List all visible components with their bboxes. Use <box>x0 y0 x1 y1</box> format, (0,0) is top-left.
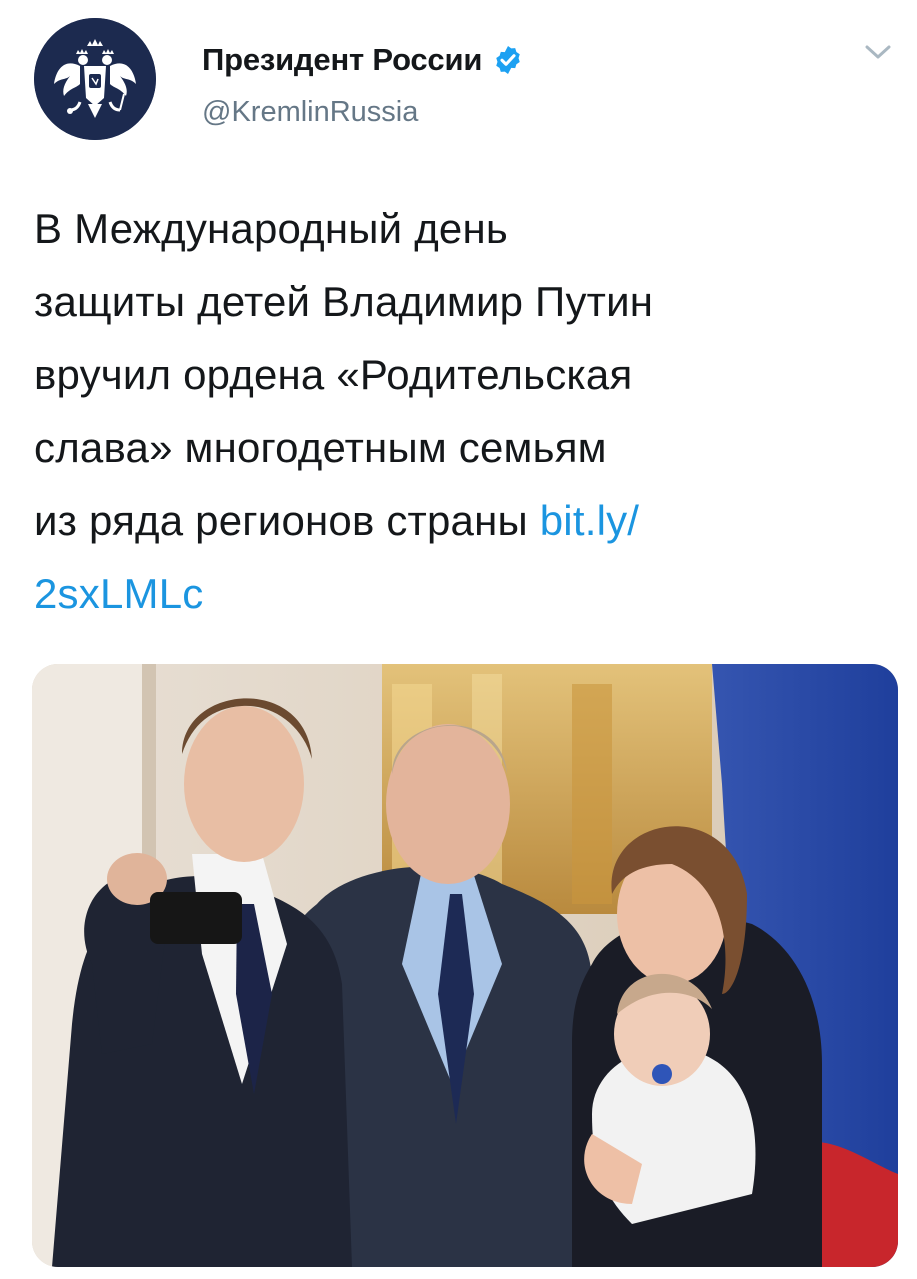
username[interactable]: @KremlinRussia <box>202 96 418 129</box>
tweet-card: Президент России @KremlinRussia В Междун… <box>0 0 917 1279</box>
tweet-text: В Международный день защиты детей Владим… <box>34 192 894 630</box>
chevron-down-icon[interactable] <box>861 40 895 64</box>
tweet-text-line: защиты детей Владимир Путин <box>34 278 654 325</box>
verified-badge-icon <box>492 44 524 76</box>
tweet-text-fragment: из ряда регионов страны <box>34 497 540 544</box>
display-name-row: Президент России <box>202 40 524 80</box>
tweet-link-line: 2sxLMLc <box>34 557 894 630</box>
tweet-photo[interactable] <box>32 664 898 1267</box>
tweet-link-part-2[interactable]: 2sxLMLc <box>34 570 203 617</box>
tweet-text-line: В Международный день <box>34 205 508 252</box>
tweet-link-part-1[interactable]: bit.ly/ <box>540 497 639 544</box>
profile-avatar[interactable] <box>34 18 156 140</box>
tweet-text-line: вручил ордена «Родительская <box>34 351 633 398</box>
tweet-text-line: слава» многодетным семьям <box>34 424 607 471</box>
eagle-emblem-icon <box>34 18 156 140</box>
display-name[interactable]: Президент России <box>202 42 482 78</box>
photo-image <box>32 664 898 1267</box>
tweet-text-line-with-link: из ряда регионов страны bit.ly/ <box>34 484 894 557</box>
